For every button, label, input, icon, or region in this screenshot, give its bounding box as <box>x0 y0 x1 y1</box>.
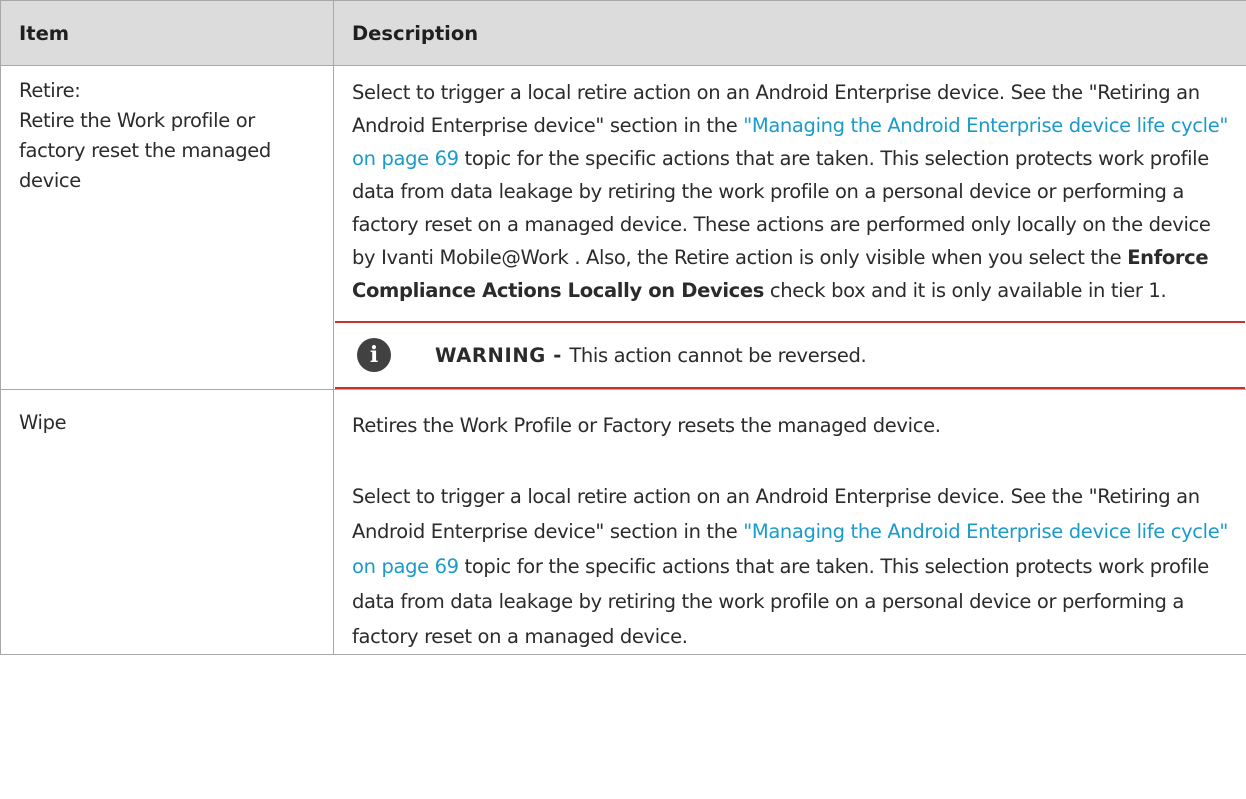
table-header-row: Item Description <box>0 0 1246 66</box>
warning-text: This action cannot be reversed. <box>569 343 867 367</box>
description-cell-wipe: Retires the Work Profile or Factory rese… <box>333 389 1246 655</box>
wipe-description-intro: Retires the Work Profile or Factory rese… <box>352 414 941 437</box>
table-row-wipe: Wipe Retires the Work Profile or Factory… <box>0 389 1246 655</box>
warning-callout: i WARNING - This action cannot be revers… <box>335 321 1245 389</box>
item-cell-wipe: Wipe <box>0 389 334 655</box>
item-retire-subtitle: Retire the Work profile or factory reset… <box>19 109 271 192</box>
description-cell-retire: Select to trigger a local retire action … <box>333 65 1246 390</box>
info-icon: i <box>357 338 391 372</box>
warning-label: WARNING - <box>435 343 570 367</box>
compliance-actions-table: Item Description Retire: Retire the Work… <box>0 0 1246 655</box>
header-item: Item <box>0 0 334 66</box>
warning-message: WARNING - This action cannot be reversed… <box>435 339 867 372</box>
retire-desc-part-b: topic for the specific actions that are … <box>352 147 1211 269</box>
header-description: Description <box>333 0 1246 66</box>
wipe-desc-part-b: topic for the specific actions that are … <box>352 555 1209 648</box>
retire-desc-part-c: check box and it is only available in ti… <box>764 279 1167 302</box>
retire-description: Select to trigger a local retire action … <box>352 76 1228 307</box>
table-row-retire: Retire: Retire the Work profile or facto… <box>0 65 1246 390</box>
wipe-description: Select to trigger a local retire action … <box>352 479 1228 654</box>
item-cell-retire: Retire: Retire the Work profile or facto… <box>0 65 334 390</box>
item-wipe-title: Wipe <box>19 411 67 434</box>
item-retire-title: Retire: <box>19 79 81 102</box>
